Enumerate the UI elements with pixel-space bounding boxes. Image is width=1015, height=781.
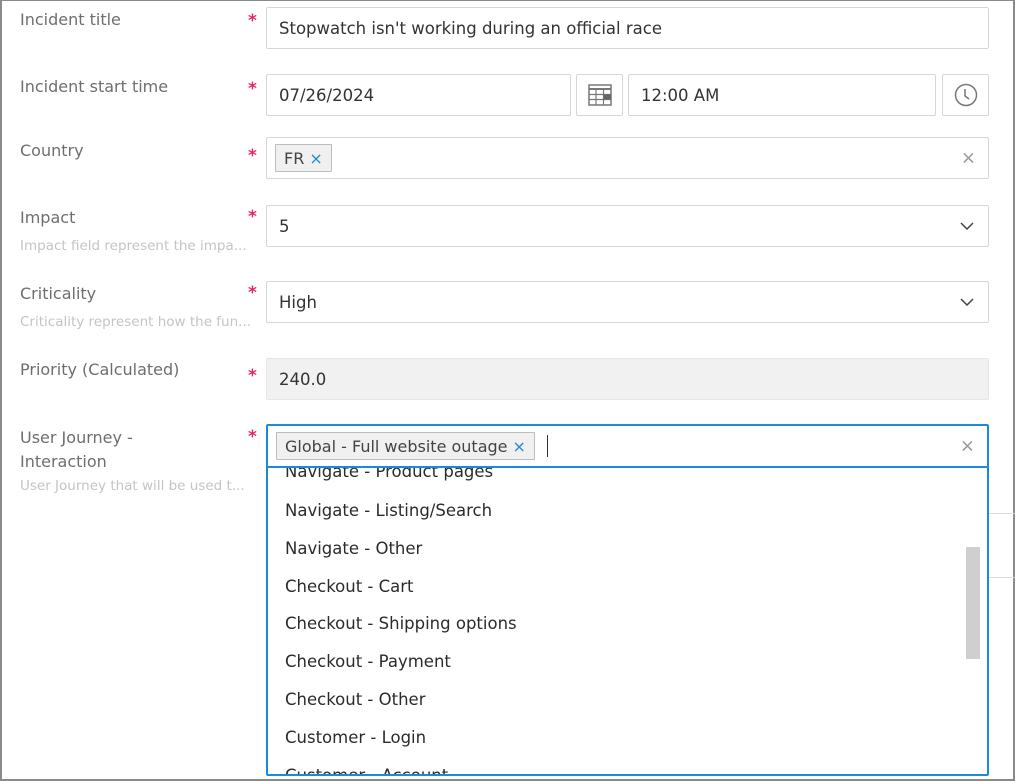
option-item[interactable]: Customer - Login <box>285 727 426 749</box>
divider <box>989 513 1015 514</box>
chevron-down-icon <box>960 298 974 306</box>
required-marker: * <box>248 366 257 386</box>
chevron-down-icon <box>960 222 974 230</box>
incident-title-input[interactable]: Stopwatch isn't working during an offici… <box>266 7 989 49</box>
remove-chip-icon[interactable]: × <box>309 149 322 168</box>
text-cursor <box>546 435 548 457</box>
required-marker: * <box>248 11 257 31</box>
user-journey-chip-label: Global - Full website outage <box>285 436 508 456</box>
priority-value: 240.0 <box>279 369 327 389</box>
country-label: Country <box>20 141 84 160</box>
option-item[interactable]: Checkout - Cart <box>285 576 414 598</box>
user-journey-label-line1: User Journey - <box>20 428 133 447</box>
required-marker: * <box>248 427 257 447</box>
criticality-hint: Criticality represent how the fun... <box>20 314 252 330</box>
option-item[interactable]: Customer - Account <box>285 765 448 774</box>
incident-title-value: Stopwatch isn't working during an offici… <box>279 18 662 38</box>
start-time-input[interactable]: 12:00 AM <box>628 74 936 116</box>
option-item[interactable]: Navigate - Other <box>285 538 422 560</box>
start-time-value: 12:00 AM <box>641 85 720 105</box>
incident-title-label: Incident title <box>20 10 121 29</box>
option-item[interactable]: Checkout - Shipping options <box>285 613 517 635</box>
country-chip: FR × <box>275 144 332 172</box>
calendar-button[interactable] <box>576 74 623 116</box>
criticality-label: Criticality <box>20 284 97 303</box>
required-marker: * <box>248 283 257 303</box>
user-journey-options-list[interactable]: Navigate - Product pages Navigate - List… <box>268 468 987 774</box>
option-item[interactable]: Navigate - Listing/Search <box>285 500 492 522</box>
priority-field: 240.0 <box>266 358 989 400</box>
user-journey-hint: User Journey that will be used t... <box>20 478 245 494</box>
impact-hint: Impact field represent the impa... <box>20 238 247 254</box>
incident-start-time-label: Incident start time <box>20 77 169 96</box>
impact-value: 5 <box>279 216 290 236</box>
clear-icon[interactable]: × <box>961 148 976 169</box>
required-marker: * <box>248 79 257 99</box>
criticality-select[interactable]: High <box>266 281 989 323</box>
user-journey-label: User Journey - Interaction <box>20 426 250 474</box>
user-journey-input[interactable]: Global - Full website outage × × <box>268 426 987 468</box>
impact-select[interactable]: 5 <box>266 205 989 247</box>
impact-label: Impact <box>20 208 76 227</box>
start-date-input[interactable]: 07/26/2024 <box>266 74 571 116</box>
clock-button[interactable] <box>942 74 989 116</box>
option-item[interactable]: Checkout - Other <box>285 689 425 711</box>
country-chip-label: FR <box>284 148 305 168</box>
country-multiselect[interactable]: FR × × <box>266 137 989 179</box>
option-item[interactable]: Checkout - Payment <box>285 651 451 673</box>
clear-icon[interactable]: × <box>960 436 975 457</box>
clock-icon <box>954 83 977 107</box>
remove-chip-icon[interactable]: × <box>513 437 526 456</box>
scrollbar-thumb[interactable] <box>966 547 980 659</box>
start-date-value: 07/26/2024 <box>279 85 375 105</box>
priority-label: Priority (Calculated) <box>20 360 180 379</box>
user-journey-multiselect[interactable]: Global - Full website outage × × Navigat… <box>266 424 989 776</box>
required-marker: * <box>248 207 257 227</box>
option-item[interactable]: Navigate - Product pages <box>285 468 493 483</box>
criticality-value: High <box>279 292 317 312</box>
divider <box>989 577 1015 578</box>
user-journey-chip: Global - Full website outage × <box>276 432 535 460</box>
user-journey-label-line2: Interaction <box>20 452 107 471</box>
required-marker: * <box>248 146 257 166</box>
calendar-icon <box>587 84 612 106</box>
incident-form: Incident title * Stopwatch isn't working… <box>0 0 1015 781</box>
